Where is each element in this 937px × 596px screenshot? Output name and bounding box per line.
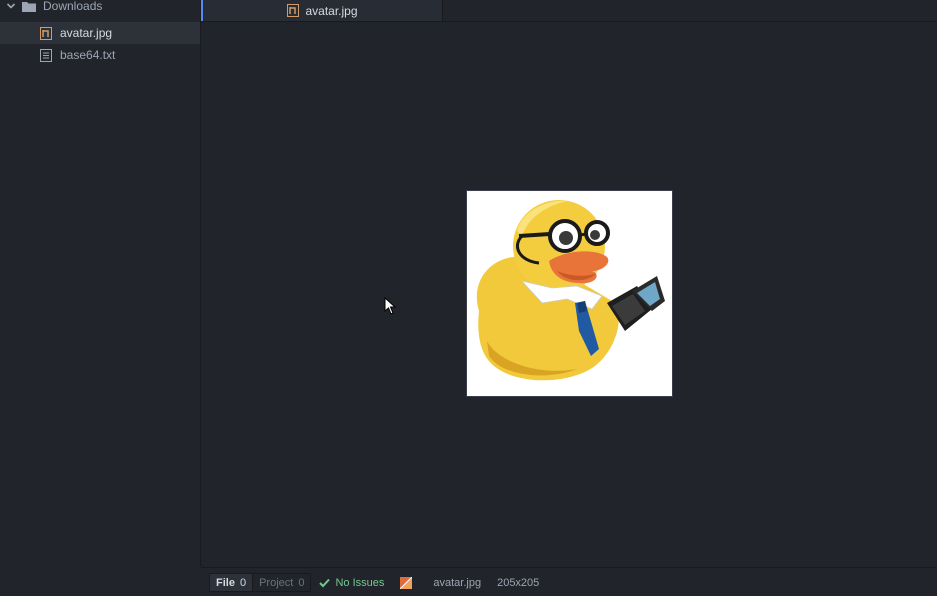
linter-tabs: File 0 Project 0 — [209, 573, 312, 592]
image-file-icon — [287, 4, 300, 17]
folder-icon — [22, 1, 36, 12]
linter-project-label: Project — [259, 576, 294, 589]
status-bar: File 0 Project 0 No Issues avatar.jpg 20… — [201, 567, 937, 596]
linter-status-text: No Issues — [335, 576, 385, 589]
tab-avatar-jpg[interactable]: avatar.jpg — [201, 0, 443, 21]
linter-file-count: 0 — [239, 576, 247, 589]
check-icon — [319, 578, 331, 588]
linter-project-count: 0 — [298, 576, 305, 589]
tree-file-base64[interactable]: base64.txt — [0, 44, 200, 66]
tree-file-label: avatar.jpg — [60, 26, 113, 40]
tree-file-avatar[interactable]: avatar.jpg — [0, 22, 200, 44]
chevron-down-icon[interactable] — [6, 1, 16, 11]
tree-file-label: base64.txt — [60, 48, 116, 62]
linter-tab-project[interactable]: Project 0 — [253, 573, 312, 592]
tab-label: avatar.jpg — [305, 3, 358, 18]
status-file-name[interactable]: avatar.jpg — [433, 577, 481, 589]
tab-bar: avatar.jpg — [201, 0, 937, 22]
image-preview — [466, 190, 673, 397]
image-file-icon — [40, 26, 52, 40]
linter-status[interactable]: No Issues — [319, 577, 384, 589]
image-viewer — [201, 22, 937, 567]
status-image-dimensions: 205x205 — [497, 576, 540, 589]
rubber-duck-image — [467, 191, 672, 396]
linter-tab-file[interactable]: File 0 — [209, 573, 254, 592]
tree-view: Downloads avatar.jpg base64.txt — [0, 0, 201, 567]
mouse-cursor-icon — [384, 297, 396, 315]
tree-folder-downloads[interactable]: Downloads — [0, 0, 200, 17]
linter-file-label: File — [216, 576, 235, 589]
image-info-icon — [400, 576, 413, 589]
text-file-icon — [40, 48, 52, 62]
tree-folder-label: Downloads — [43, 0, 103, 13]
atom-window: Downloads avatar.jpg base64.txt avatar.j… — [0, 0, 937, 596]
